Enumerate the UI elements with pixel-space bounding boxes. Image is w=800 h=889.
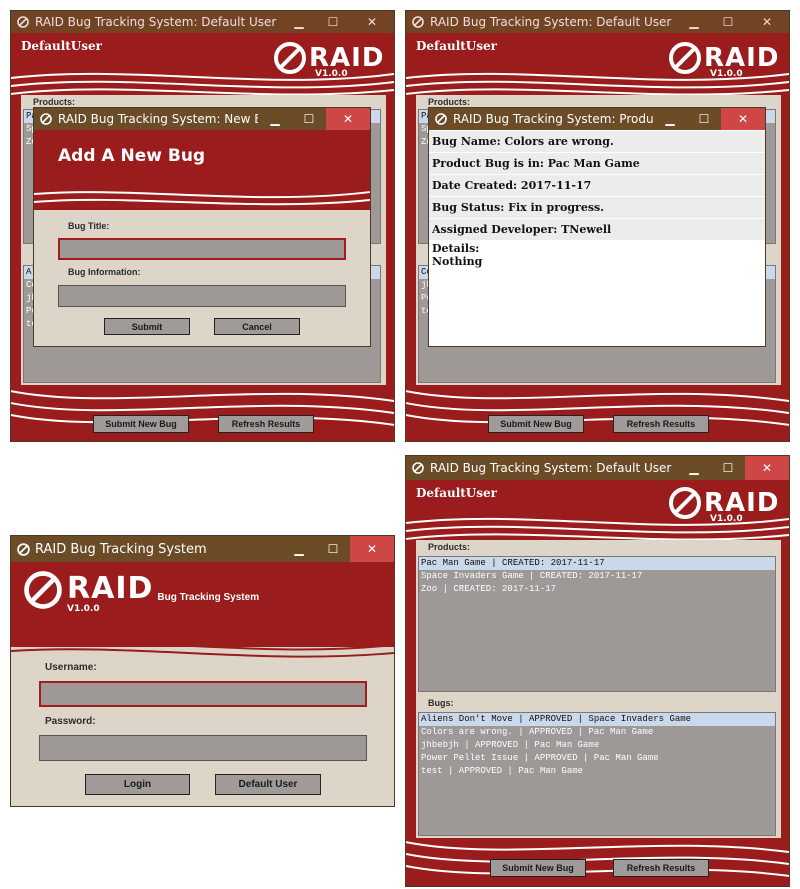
dialog-title: RAID Bug Tracking System: Produ...: [453, 112, 653, 126]
title-bar[interactable]: RAID Bug Tracking System: Default User ▁…: [406, 456, 789, 480]
bug-info-label: Bug Information:: [68, 267, 141, 277]
decorative-waves: [34, 191, 370, 206]
decorative-waves-bottom: [406, 841, 789, 877]
minimize-icon[interactable]: ▁: [282, 11, 316, 33]
bug-row[interactable]: jhbebjh | APPROVED | Pac Man Game: [419, 739, 775, 752]
title-bar[interactable]: RAID Bug Tracking System: New B... ▁ ☐ ✕: [34, 108, 370, 130]
username-input[interactable]: [39, 681, 367, 707]
refresh-results-button[interactable]: Refresh Results: [613, 415, 709, 433]
logo-tagline: Bug Tracking System: [157, 592, 260, 603]
default-user-button[interactable]: Default User: [215, 774, 321, 795]
bug-name-text: Bug Name: Colors are wrong.: [429, 131, 765, 152]
raid-logo-icon: [16, 15, 30, 29]
user-name: DefaultUser: [416, 486, 497, 500]
submit-new-bug-button[interactable]: Submit New Bug: [490, 859, 586, 877]
close-icon[interactable]: ✕: [350, 11, 394, 33]
title-bar[interactable]: RAID Bug Tracking System: Default User ▁…: [406, 11, 789, 33]
maximize-icon[interactable]: ☐: [711, 456, 745, 480]
dialog-heading: Add A New Bug: [58, 146, 206, 166]
window-title: RAID Bug Tracking System: Default User: [430, 461, 672, 475]
details-label: Details:: [432, 242, 480, 255]
raid-logo-icon: [411, 15, 425, 29]
password-input[interactable]: [39, 735, 367, 761]
maximize-icon[interactable]: ☐: [316, 11, 350, 33]
products-label: Products:: [428, 97, 471, 107]
window-title: RAID Bug Tracking System: [35, 541, 207, 557]
submit-button[interactable]: Submit: [104, 318, 190, 335]
assigned-developer-text: Assigned Developer: TNewell: [429, 219, 765, 240]
decorative-waves-bottom: [406, 390, 789, 426]
bug-row[interactable]: Power Pellet Issue | APPROVED | Pac Man …: [419, 752, 775, 765]
maximize-icon[interactable]: ☐: [687, 108, 721, 130]
title-bar[interactable]: RAID Bug Tracking System ▁ ☐ ✕: [11, 536, 394, 562]
product-row[interactable]: Zoo | CREATED: 2017-11-17: [419, 583, 775, 596]
product-row[interactable]: Space Invaders Game | CREATED: 2017-11-1…: [419, 570, 775, 583]
raid-logo-icon: [16, 542, 30, 556]
minimize-icon[interactable]: ▁: [653, 108, 687, 130]
decorative-waves: [11, 632, 394, 658]
bug-title-input[interactable]: [58, 238, 346, 260]
raid-logo-icon: [24, 571, 62, 609]
raid-logo-icon: [434, 112, 448, 126]
maximize-icon[interactable]: ☐: [292, 108, 326, 130]
close-icon[interactable]: ✕: [745, 456, 789, 480]
main-panel: Products: Pac Man Game | CREATED: 2017-1…: [416, 540, 781, 838]
window-main: RAID Bug Tracking System: Default User ▁…: [405, 455, 790, 887]
bug-title-label: Bug Title:: [68, 221, 110, 231]
products-list[interactable]: Pac Man Game | CREATED: 2017-11-17 Space…: [418, 556, 776, 692]
bug-status-text: Bug Status: Fix in progress.: [429, 197, 765, 218]
products-label: Products:: [33, 97, 76, 107]
user-name: DefaultUser: [416, 39, 497, 53]
window-new-bug: RAID Bug Tracking System: Default User ▁…: [10, 10, 395, 442]
minimize-icon[interactable]: ▁: [258, 108, 292, 130]
username-label: Username:: [45, 662, 97, 673]
submit-new-bug-button[interactable]: Submit New Bug: [488, 415, 584, 433]
login-button[interactable]: Login: [85, 774, 190, 795]
bug-row[interactable]: test | APPROVED | Pac Man Game: [419, 765, 775, 778]
refresh-results-button[interactable]: Refresh Results: [613, 859, 709, 877]
decorative-waves-bottom: [11, 390, 394, 426]
close-icon[interactable]: ✕: [721, 108, 765, 130]
product-row[interactable]: Pac Man Game | CREATED: 2017-11-17: [419, 557, 775, 570]
details-value: Nothing: [432, 255, 483, 268]
logo-version: V1.0.0: [67, 604, 100, 614]
raid-logo-icon: [39, 112, 53, 126]
logo-text: RAID: [67, 571, 154, 606]
close-icon[interactable]: ✕: [745, 11, 789, 33]
date-created-text: Date Created: 2017-11-17: [429, 175, 765, 196]
minimize-icon[interactable]: ▁: [282, 536, 316, 562]
raid-logo: RAID Bug Tracking System V1.0.0: [23, 570, 260, 614]
bugs-label: Bugs:: [428, 698, 454, 708]
raid-logo-icon: [411, 461, 425, 475]
bug-row[interactable]: Aliens Don't Move | APPROVED | Space Inv…: [419, 713, 775, 726]
maximize-icon[interactable]: ☐: [316, 536, 350, 562]
submit-new-bug-button[interactable]: Submit New Bug: [93, 415, 189, 433]
bugs-list[interactable]: Aliens Don't Move | APPROVED | Space Inv…: [418, 712, 776, 836]
title-bar[interactable]: RAID Bug Tracking System: Default User ▁…: [11, 11, 394, 33]
bug-row[interactable]: Colors are wrong. | APPROVED | Pac Man G…: [419, 726, 775, 739]
bug-info-input[interactable]: [58, 285, 346, 307]
close-icon[interactable]: ✕: [326, 108, 370, 130]
password-label: Password:: [45, 716, 96, 727]
minimize-icon[interactable]: ▁: [677, 11, 711, 33]
cancel-button[interactable]: Cancel: [214, 318, 300, 335]
window-login: RAID Bug Tracking System ▁ ☐ ✕ RAID Bug …: [10, 535, 395, 807]
window-title: RAID Bug Tracking System: Default User: [430, 15, 672, 29]
refresh-results-button[interactable]: Refresh Results: [218, 415, 314, 433]
window-bug-details: RAID Bug Tracking System: Default User ▁…: [405, 10, 790, 442]
dialog-title: RAID Bug Tracking System: New B...: [58, 112, 258, 126]
minimize-icon[interactable]: ▁: [677, 456, 711, 480]
title-bar[interactable]: RAID Bug Tracking System: Produ... ▁ ☐ ✕: [429, 108, 765, 130]
user-name: DefaultUser: [21, 39, 102, 53]
maximize-icon[interactable]: ☐: [711, 11, 745, 33]
dialog-new-bug: RAID Bug Tracking System: New B... ▁ ☐ ✕…: [33, 107, 371, 347]
close-icon[interactable]: ✕: [350, 536, 394, 562]
product-text: Product Bug is in: Pac Man Game: [429, 153, 765, 174]
dialog-bug-details: RAID Bug Tracking System: Produ... ▁ ☐ ✕…: [428, 107, 766, 347]
products-label: Products:: [428, 542, 471, 552]
window-title: RAID Bug Tracking System: Default User: [35, 15, 277, 29]
